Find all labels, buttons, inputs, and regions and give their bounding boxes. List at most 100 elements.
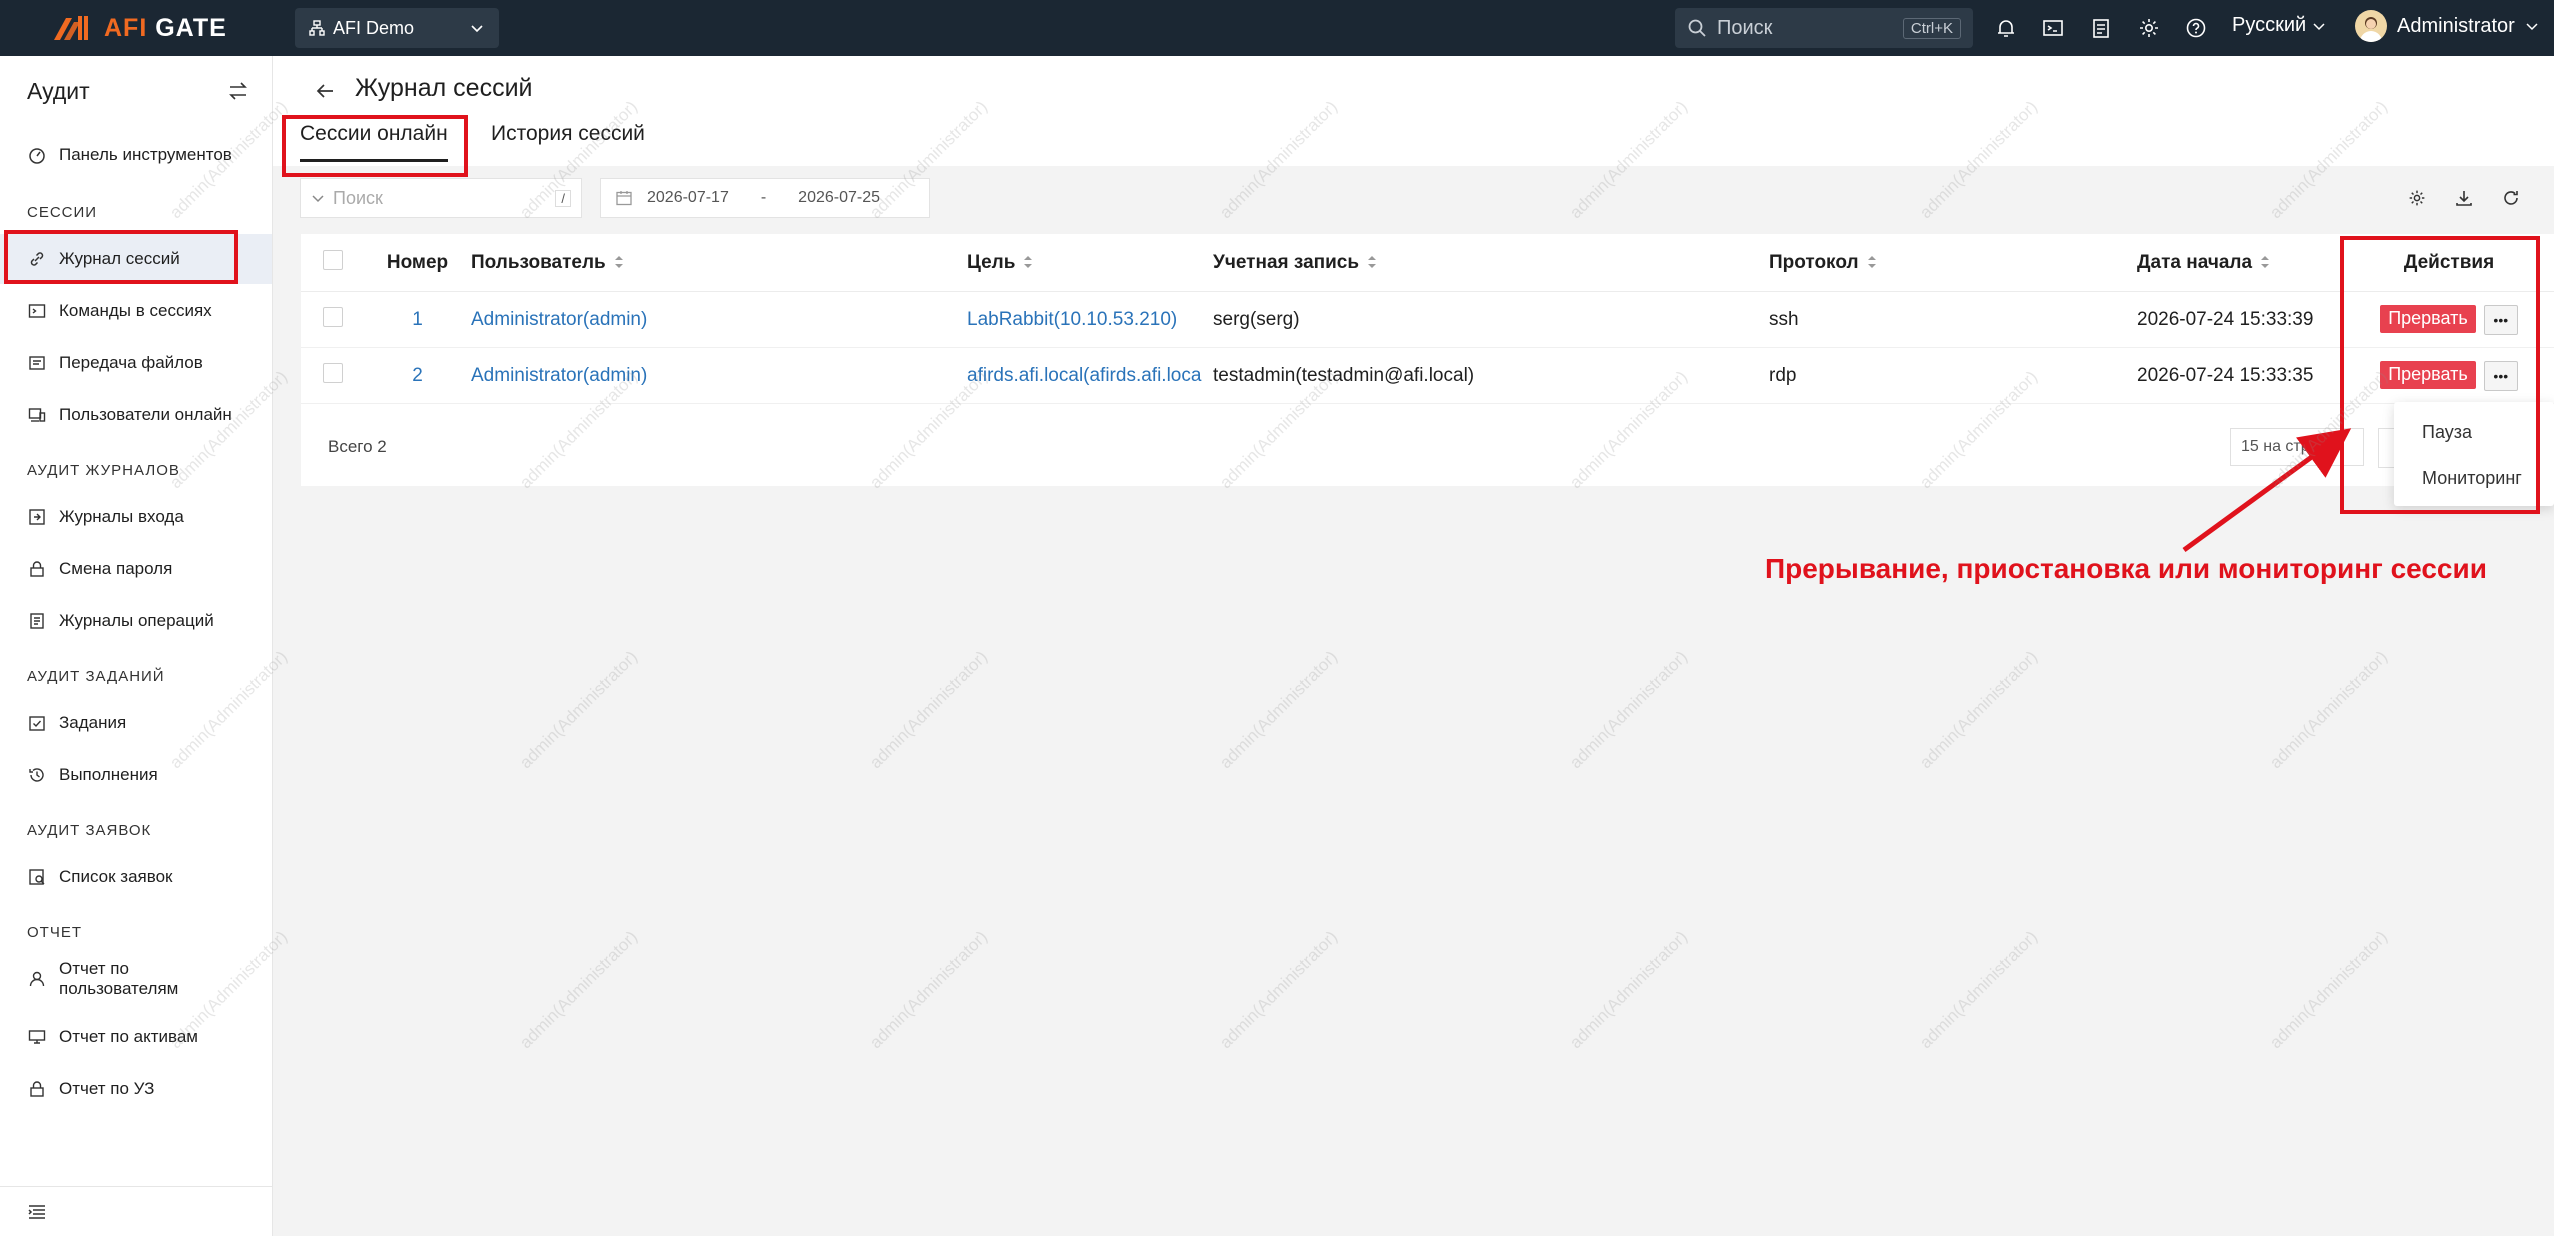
- row-target-link[interactable]: LabRabbit(10.10.53.210): [966, 291, 1212, 348]
- row-checkbox[interactable]: [323, 362, 343, 383]
- user-name: Administrator: [2397, 14, 2515, 37]
- clipboard-icon[interactable]: [2087, 14, 2115, 42]
- export-button[interactable]: [2450, 184, 2478, 212]
- sidebar-item-request-list[interactable]: Список заявок: [0, 852, 272, 902]
- nav-group-title: АУДИТ ЗАДАНИЙ: [27, 668, 165, 685]
- help-icon[interactable]: [2182, 14, 2210, 42]
- sidebar-item-executions[interactable]: Выполнения: [0, 750, 272, 800]
- watermark: admin(Administrator): [1566, 647, 1692, 773]
- bell-icon[interactable]: [1992, 14, 2020, 42]
- calendar-icon: [616, 191, 632, 206]
- sidebar-item-operation-logs[interactable]: Журналы операций: [0, 596, 272, 646]
- gear-icon[interactable]: [2135, 14, 2163, 42]
- sidebar-title: Аудит: [27, 77, 90, 104]
- col-account[interactable]: Учетная запись: [1212, 234, 1768, 292]
- column-label: Протокол: [1769, 251, 1859, 273]
- row-account: serg(serg): [1212, 291, 1768, 348]
- sessions-table-card: Номер Пользователь Цель Учетная запись П…: [301, 234, 2554, 486]
- row-number[interactable]: 1: [365, 291, 470, 348]
- date-range-picker[interactable]: 2026-07-17 - 2026-07-25: [600, 178, 930, 218]
- refresh-icon: [2504, 191, 2518, 205]
- sidebar-item-file-transfer[interactable]: Передача файлов: [0, 338, 272, 388]
- highlight-box-actions: [2340, 236, 2540, 514]
- org-selector[interactable]: AFI Demo: [295, 8, 499, 48]
- row-number[interactable]: 2: [365, 347, 470, 404]
- sidebar-item-label: Отчет по УЗ: [59, 1079, 155, 1098]
- column-label: Пользователь: [471, 251, 606, 273]
- col-start-date[interactable]: Дата начала: [2136, 234, 2344, 292]
- table-settings-button[interactable]: [2403, 184, 2431, 212]
- search-icon: [1688, 19, 1706, 37]
- col-target[interactable]: Цель: [966, 234, 1212, 292]
- search-shortcut: Ctrl+K: [1902, 17, 1961, 39]
- watermark: admin(Administrator): [516, 647, 642, 773]
- language-selector[interactable]: Русский: [2232, 14, 2326, 37]
- sidebar-collapse[interactable]: [0, 1186, 272, 1236]
- sidebar-item-password-change[interactable]: Смена пароля: [0, 544, 272, 594]
- sort-icon[interactable]: [1367, 255, 1377, 269]
- sidebar-item-label: Журналы входа: [59, 507, 184, 526]
- watermark: admin(Administrator): [1916, 927, 2042, 1053]
- global-search[interactable]: Поиск Ctrl+K: [1675, 8, 1973, 48]
- sidebar-item-label: Журналы операций: [59, 611, 214, 630]
- sidebar-item-dashboard[interactable]: Панель инструментов: [0, 130, 272, 180]
- login-icon: [27, 507, 47, 527]
- row-user-link[interactable]: Administrator(admin): [470, 347, 966, 404]
- row-checkbox[interactable]: [323, 306, 343, 327]
- terminal-icon[interactable]: [2039, 14, 2067, 42]
- logo[interactable]: AFI GATE: [52, 12, 227, 44]
- sidebar-item-label: Список заявок: [59, 867, 173, 886]
- page-header: Журнал сессий Сессии онлайн История сесс…: [273, 56, 2554, 166]
- sidebar-item-session-commands[interactable]: Команды в сессиях: [0, 286, 272, 336]
- nav-group-title: АУДИТ ЗАЯВОК: [27, 822, 152, 839]
- date-to: 2026-07-25: [798, 189, 881, 206]
- sort-icon[interactable]: [1867, 255, 1877, 269]
- lock-icon: [27, 1079, 47, 1099]
- sidebar-item-asset-report[interactable]: Отчет по активам: [0, 1012, 272, 1062]
- sort-icon[interactable]: [614, 255, 624, 269]
- col-protocol[interactable]: Протокол: [1768, 234, 2136, 292]
- row-user-link[interactable]: Administrator(admin): [470, 291, 966, 348]
- sidebar-item-user-report[interactable]: Отчет по пользователям: [0, 954, 272, 1004]
- menu-collapse-icon: [28, 1204, 45, 1219]
- date-from: 2026-07-17: [647, 189, 729, 206]
- chevron-down-icon: [2313, 22, 2325, 30]
- user-menu[interactable]: Administrator: [2355, 10, 2539, 42]
- sort-icon[interactable]: [2260, 255, 2270, 269]
- row-start-date: 2026-07-24 15:33:35: [2136, 347, 2344, 404]
- dashboard-icon: [27, 145, 47, 165]
- task-icon: [27, 713, 47, 733]
- arrow-left-icon: [316, 84, 333, 98]
- row-protocol: rdp: [1768, 347, 2136, 404]
- refresh-button[interactable]: [2497, 184, 2525, 212]
- org-name: AFI Demo: [333, 17, 415, 38]
- sort-icon[interactable]: [1023, 255, 1033, 269]
- row-start-date: 2026-07-24 15:33:39: [2136, 291, 2344, 348]
- language-label: Русский: [2232, 14, 2307, 36]
- row-target-link[interactable]: afirds.afi.local(afirds.afi.loca: [966, 347, 1212, 404]
- filter-search-input[interactable]: Поиск /: [300, 178, 582, 218]
- watermark: admin(Administrator): [1566, 927, 1692, 1053]
- table-row: 1 Administrator(admin) LabRabbit(10.10.5…: [301, 291, 2554, 348]
- watermark: admin(Administrator): [1216, 647, 1342, 773]
- tab-session-history[interactable]: История сессий: [491, 122, 645, 162]
- col-user[interactable]: Пользователь: [470, 234, 966, 292]
- watermark: admin(Administrator): [2266, 927, 2392, 1053]
- brand-name: AFI GATE: [104, 13, 227, 42]
- sidebar-item-label: Передача файлов: [59, 353, 203, 372]
- sidebar-item-account-report[interactable]: Отчет по УЗ: [0, 1064, 272, 1114]
- sidebar-item-online-users[interactable]: Пользователи онлайн: [0, 390, 272, 440]
- sidebar-item-label: Пользователи онлайн: [59, 405, 232, 424]
- select-all-checkbox[interactable]: [323, 249, 343, 270]
- column-label: Номер: [386, 251, 449, 273]
- sidebar-item-login-logs[interactable]: Журналы входа: [0, 492, 272, 542]
- back-button[interactable]: [310, 76, 340, 106]
- highlight-box-nav: [4, 230, 238, 284]
- file-icon: [27, 353, 47, 373]
- search-placeholder: Поиск: [1717, 16, 1773, 39]
- sidebar-item-tasks[interactable]: Задания: [0, 698, 272, 748]
- sidebar-item-label: Команды в сессиях: [59, 301, 212, 320]
- watermark: admin(Administrator): [866, 647, 992, 773]
- watermark: admin(Administrator): [2266, 647, 2392, 773]
- swap-icon[interactable]: [227, 80, 249, 102]
